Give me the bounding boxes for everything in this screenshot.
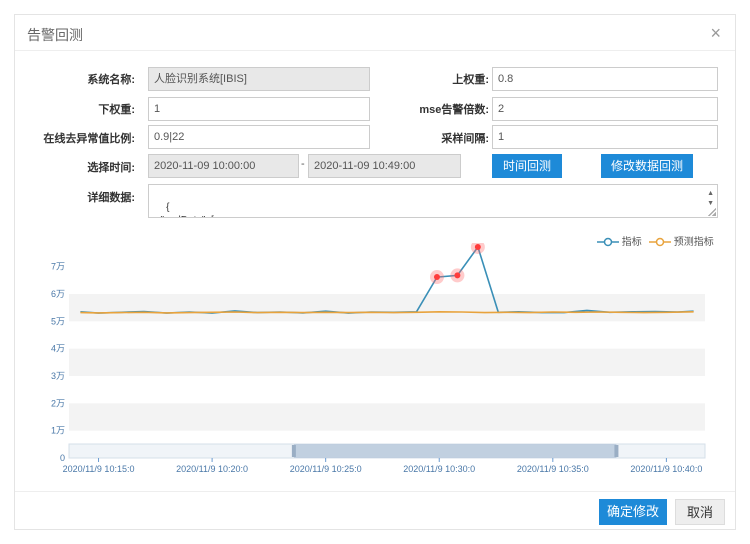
backtest-dialog: 告警回测 × 系统名称: 人脸识别系统[IBIS] 上权重: 0.8 下权重: … <box>14 14 736 530</box>
detail-text: { "realData": [ <box>161 202 214 217</box>
anomaly-point[interactable] <box>474 243 481 250</box>
lower-weight-field[interactable]: 1 <box>148 97 370 121</box>
data-zoom-handle-left[interactable] <box>291 445 296 457</box>
anomaly-point[interactable] <box>454 272 461 279</box>
modify-data-backtest-button[interactable]: 修改数据回测 <box>601 154 693 178</box>
end-time-field[interactable]: 2020-11-09 10:49:00 <box>308 154 461 178</box>
start-time-field[interactable]: 2020-11-09 10:00:00 <box>148 154 299 178</box>
time-separator: - <box>301 158 305 170</box>
x-tick-label: 2020/11/9 10:30:0 <box>403 464 475 474</box>
grid-band <box>69 294 705 322</box>
outlier-ratio-field[interactable]: 0.9|22 <box>148 125 370 149</box>
x-tick-label: 2020/11/9 10:15:0 <box>63 464 135 474</box>
y-tick-label: 2万 <box>51 398 65 408</box>
outlier-ratio-label: 在线去异常值比例: <box>43 133 135 145</box>
grid-band <box>69 403 705 431</box>
dialog-title: 告警回测 <box>27 27 83 43</box>
mse-multiple-field[interactable]: 2 <box>492 97 718 121</box>
detail-label: 详细数据: <box>87 192 135 204</box>
select-time-label: 选择时间: <box>87 162 135 174</box>
confirm-modify-button[interactable]: 确定修改 <box>599 499 667 525</box>
line-chart: 0 1万 2万 3万 4万 5万 6万 7万 2020/11/9 10:15:0 2020/11/… <box>51 243 706 474</box>
upper-weight-field[interactable]: 0.8 <box>492 67 718 91</box>
system-name-label: 系统名称: <box>87 74 135 86</box>
y-tick-label: 5万 <box>51 316 65 326</box>
time-backtest-button[interactable]: 时间回测 <box>492 154 562 178</box>
cancel-button[interactable]: 取消 <box>675 499 725 525</box>
y-tick-label: 3万 <box>51 371 65 381</box>
data-zoom-window[interactable] <box>293 444 617 458</box>
x-tick-label: 2020/11/9 10:20:0 <box>176 464 248 474</box>
system-name-field[interactable]: 人脸识别系统[IBIS] <box>148 67 370 91</box>
header-divider <box>15 50 735 51</box>
x-tick-label: 2020/11/9 10:40:0 <box>630 464 702 474</box>
lower-weight-label: 下权重: <box>98 104 135 116</box>
y-tick-label: 1万 <box>51 426 65 436</box>
close-icon[interactable]: × <box>710 23 721 44</box>
detail-textarea[interactable]: { "realData": [ ▲ ▼ <box>148 184 718 218</box>
sample-interval-label: 采样间隔: <box>441 133 489 145</box>
data-zoom-handle-right[interactable] <box>614 445 619 457</box>
mse-multiple-label: mse告警倍数: <box>419 104 489 116</box>
x-tick-label: 2020/11/9 10:35:0 <box>517 464 589 474</box>
y-tick-label: 4万 <box>51 344 65 354</box>
grid-band <box>69 348 705 376</box>
y-tick-label: 6万 <box>51 289 65 299</box>
x-tick-label: 2020/11/9 10:25:0 <box>290 464 362 474</box>
resize-handle-icon[interactable] <box>708 208 716 216</box>
y-tick-label: 0 <box>60 453 65 463</box>
sample-interval-field[interactable]: 1 <box>492 125 718 149</box>
footer-divider <box>15 491 735 492</box>
upper-weight-label: 上权重: <box>452 74 489 86</box>
anomaly-point[interactable] <box>433 274 440 281</box>
y-tick-label: 7万 <box>51 262 65 272</box>
